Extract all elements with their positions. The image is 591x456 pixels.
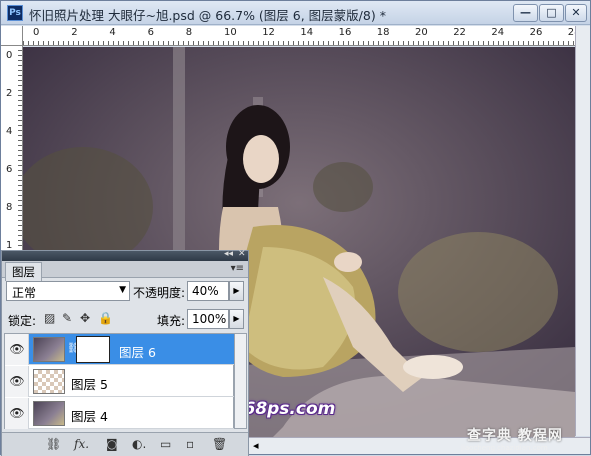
eye-icon: 👁 xyxy=(9,374,25,388)
transparent-lock-icon[interactable]: ▨ xyxy=(44,311,55,325)
ruler-tick-label: 4 xyxy=(6,126,13,137)
opacity-input[interactable]: 40% xyxy=(187,281,229,301)
brush-lock-icon[interactable]: ✎ xyxy=(62,311,72,325)
maximize-button[interactable]: □ xyxy=(539,4,564,22)
layers-panel: ◂◂ ✕ 图层 ▾≡ 正常 ▼ 不透明度: 40% ▶ 锁定: ▨ ✎ ✥ 🔒 … xyxy=(1,249,249,456)
title-bar: Ps 怀旧照片处理 大眼仔~旭.psd @ 66.7% (图层 6, 图层蒙版/… xyxy=(1,1,590,25)
ruler-tick-label: 0 xyxy=(33,27,40,38)
lock-label: 锁定: xyxy=(8,314,37,328)
ruler-tick-label: 16 xyxy=(338,27,352,38)
visibility-toggle[interactable]: 👁 xyxy=(5,334,29,365)
panel-menu-icon[interactable]: ▾≡ xyxy=(231,263,244,274)
vertical-scrollbar[interactable] xyxy=(575,26,590,436)
adjustment-icon[interactable]: ◐. xyxy=(132,437,146,451)
group-icon[interactable]: ▭ xyxy=(160,437,171,451)
ruler-tick-label: 6 xyxy=(6,164,13,175)
layers-scrollbar[interactable] xyxy=(234,333,247,429)
photoshop-app-icon: Ps xyxy=(7,5,23,21)
scroll-left-arrow-icon[interactable]: ◂ xyxy=(253,439,259,452)
ruler-tick-label: 12 xyxy=(262,27,275,38)
opacity-slider-button[interactable]: ▶ xyxy=(229,281,244,301)
panel-header-bar[interactable]: ◂◂ ✕ xyxy=(2,249,248,261)
mask-icon[interactable]: ◙ xyxy=(106,437,118,451)
minimize-button[interactable]: — xyxy=(513,4,538,22)
panel-tab-row: 图层 ▾≡ xyxy=(2,261,248,281)
ruler-origin[interactable] xyxy=(1,26,23,46)
ruler-tick-label: 18 xyxy=(376,27,390,38)
fill-slider-button[interactable]: ▶ xyxy=(229,309,244,329)
blend-mode-value: 正常 xyxy=(12,286,37,300)
watermark-corner-sub: jiaocheng.chazidian.com xyxy=(461,444,548,452)
trash-icon[interactable]: 🗑 xyxy=(212,437,227,451)
padlock-icon[interactable]: 🔒 xyxy=(98,311,113,325)
close-panel-icon[interactable]: ✕ xyxy=(238,249,246,259)
fill-input[interactable]: 100% xyxy=(187,309,229,329)
watermark-corner: 查字典 教程网 xyxy=(467,428,563,444)
move-lock-icon[interactable]: ✥ xyxy=(80,311,90,325)
photoshop-window: Ps 怀旧照片处理 大眼仔~旭.psd @ 66.7% (图层 6, 图层蒙版/… xyxy=(0,0,591,456)
fx-icon[interactable]: fx. xyxy=(74,437,89,451)
collapse-panel-icon[interactable]: ◂◂ xyxy=(224,249,233,259)
layer-name: 图层 5 xyxy=(71,377,108,392)
layer-name: 图层 6 xyxy=(119,345,156,360)
ruler-tick-label: 14 xyxy=(300,27,314,38)
ruler-tick-label: 0 xyxy=(6,50,13,61)
panel-bottom-bar: ⛓ fx. ◙ ◐. ▭ ▫ 🗑 xyxy=(2,432,248,456)
document-title: 怀旧照片处理 大眼仔~旭.psd @ 66.7% (图层 6, 图层蒙版/8) … xyxy=(29,8,386,23)
layers-list: 👁 ⛓ 图层 6 👁 图层 5 👁 图层 4 xyxy=(4,333,234,429)
ruler-tick-label: 4 xyxy=(109,27,116,38)
ruler-tick-label: 8 xyxy=(185,27,193,38)
eye-icon: 👁 xyxy=(9,406,25,420)
ruler-tick-label: 26 xyxy=(529,27,543,38)
ruler-tick-label: 2 xyxy=(6,88,13,99)
layer-row-4[interactable]: 👁 图层 4 xyxy=(5,398,234,429)
opacity-label: 不透明度: xyxy=(133,286,186,300)
layer-mask-thumbnail[interactable] xyxy=(76,336,110,363)
layer-row-5[interactable]: 👁 图层 5 xyxy=(5,366,234,397)
fill-label: 填充: xyxy=(157,314,186,328)
close-button[interactable]: ✕ xyxy=(565,4,587,22)
tab-layers[interactable]: 图层 xyxy=(5,262,42,281)
horizontal-ruler[interactable]: 0246810121416182022242628 xyxy=(23,26,581,46)
layer-row-6[interactable]: 👁 ⛓ 图层 6 xyxy=(5,334,234,365)
ruler-tick-label: 8 xyxy=(6,202,13,213)
ruler-tick-label: 6 xyxy=(147,27,154,38)
layer-thumbnail xyxy=(33,369,65,394)
visibility-toggle[interactable]: 👁 xyxy=(5,366,29,397)
visibility-toggle[interactable]: 👁 xyxy=(5,398,29,429)
vertical-ruler[interactable]: 024681 xyxy=(1,46,23,256)
ruler-tick-label: 22 xyxy=(453,27,466,38)
eye-icon: 👁 xyxy=(9,342,25,356)
blend-mode-select[interactable]: 正常 ▼ xyxy=(6,281,130,301)
dropdown-arrow-icon: ▼ xyxy=(119,285,126,295)
link-icon[interactable]: ⛓ xyxy=(46,437,61,451)
layer-thumbnail xyxy=(33,337,65,362)
ruler-tick-label: 2 xyxy=(71,27,78,38)
ruler-tick-label: 24 xyxy=(491,27,505,38)
new-layer-icon[interactable]: ▫ xyxy=(186,437,194,451)
ruler-tick-label: 10 xyxy=(224,27,237,38)
layer-thumbnail xyxy=(33,401,65,426)
layer-name: 图层 4 xyxy=(71,409,108,424)
ruler-tick-label: 20 xyxy=(415,27,428,38)
